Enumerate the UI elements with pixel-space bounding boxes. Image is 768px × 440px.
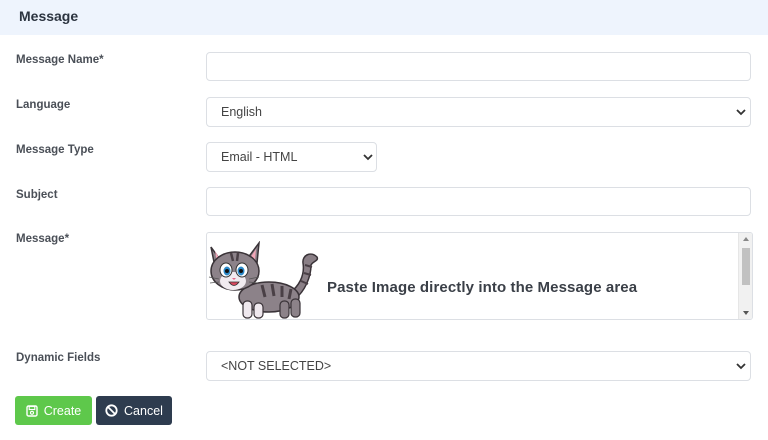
create-button[interactable]: Create [15,396,92,425]
editor-scrollbar[interactable] [738,233,752,319]
language-label: Language [16,99,71,111]
cancel-button[interactable]: Cancel [96,396,172,425]
message-name-label: Message Name* [16,54,104,66]
language-select[interactable]: English [206,97,751,127]
editor-content-text: Paste Image directly into the Message ar… [327,279,638,296]
save-icon [26,404,38,417]
scroll-down-arrow-icon[interactable] [743,311,749,315]
page-title: Message [19,8,79,24]
message-type-select[interactable]: Email - HTML [206,142,377,172]
dynamic-fields-label: Dynamic Fields [16,352,101,364]
cancel-circle-icon [105,404,118,417]
message-name-input[interactable] [206,52,751,81]
cancel-button-label: Cancel [124,403,163,418]
scrollbar-thumb[interactable] [742,248,750,285]
chevron-down-icon [736,363,746,370]
message-editor[interactable]: Paste Image directly into the Message ar… [206,232,753,320]
language-select-value: English [221,105,262,119]
dynamic-fields-select[interactable]: <NOT SELECTED> [206,351,751,381]
message-type-label: Message Type [16,144,94,156]
cat-illustration [208,241,319,319]
subject-input[interactable] [206,187,751,216]
create-button-label: Create [43,403,82,418]
subject-label: Subject [16,189,58,201]
message-label: Message* [16,233,70,245]
form-header: Message [0,0,768,35]
scroll-up-arrow-icon[interactable] [743,237,749,241]
dynamic-fields-select-value: <NOT SELECTED> [221,359,332,373]
message-type-select-value: Email - HTML [221,150,298,164]
chevron-down-icon [736,109,746,116]
chevron-down-icon [363,154,373,161]
